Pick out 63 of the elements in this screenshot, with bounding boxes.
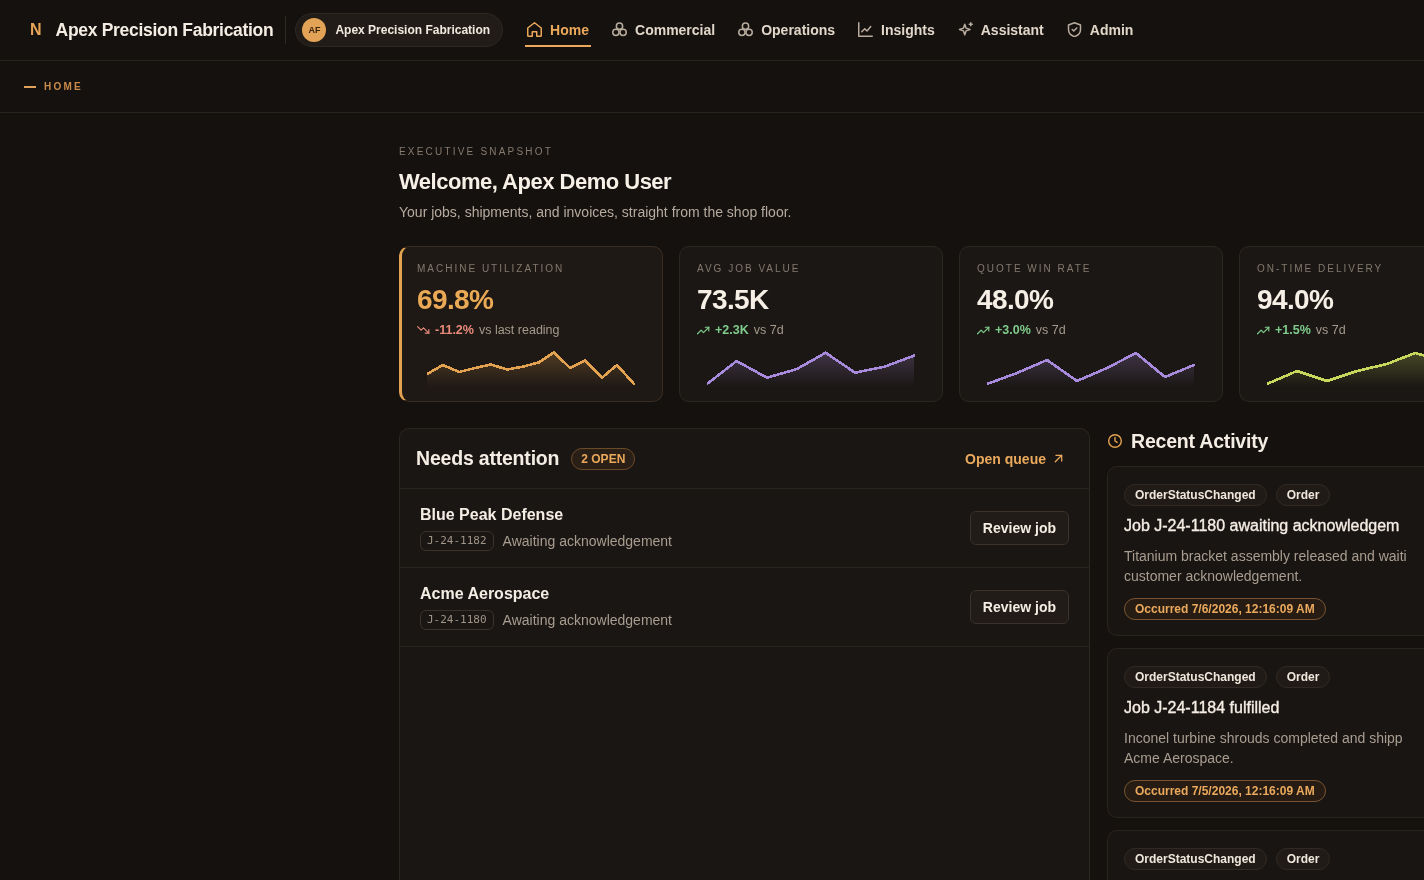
panel-title: Needs attention [416, 447, 560, 470]
nav-tab[interactable]: Operations [736, 13, 838, 47]
timestamp-badge: Occurred 7/6/2026, 12:16:09 AM [1124, 598, 1326, 620]
status-text: Awaiting acknowledgement [502, 612, 672, 628]
event-tag: OrderStatusChanged [1124, 848, 1267, 870]
kpi-label: QUOTE WIN RATE [977, 263, 1093, 275]
circles-cluster-icon [612, 22, 627, 37]
brand-name: Apex Precision Fabrication [55, 19, 274, 41]
comparison-text: vs 7d [1035, 323, 1066, 337]
delta-value: -11.2% [435, 323, 474, 337]
kpi-value: 69.8% [417, 283, 495, 317]
nav-tab[interactable]: Commercial [610, 13, 718, 47]
kpi-value: 48.0% [977, 283, 1055, 317]
delta-value: +2.3K [715, 323, 749, 337]
sparkles-icon [957, 22, 973, 37]
event-tag: OrderStatusChanged [1124, 484, 1267, 506]
job-id-tag: J-24-1182 [420, 531, 494, 551]
activity-description: Titanium bracket assembly released and waiti customer acknowledgement. [1124, 547, 1407, 586]
company-name: Blue Peak Defense [420, 505, 564, 525]
review-button[interactable]: Review job [969, 511, 1069, 545]
event-tag: Order [1275, 484, 1331, 506]
workspace-switcher[interactable]: AF Apex Precision Fabrication [295, 13, 504, 47]
kpi-label: ON-TIME DELIVERY [1257, 263, 1385, 275]
page-title: Welcome, Apex Demo User [399, 168, 672, 196]
breadcrumb-label: HOME [44, 81, 83, 92]
page-subtitle: Your jobs, shipments, and invoices, straight from the shop floor. [399, 203, 792, 222]
kpi-label: AVG JOB VALUE [697, 263, 802, 275]
comparison-text: vs 7d [753, 323, 784, 337]
kpi-label: MACHINE UTILIZATION [417, 263, 566, 275]
comparison-text: vs last reading [478, 323, 560, 337]
logo-mark: N [30, 21, 42, 39]
count-badge: 2 OPEN [571, 447, 636, 470]
delta-value: +1.5% [1275, 323, 1311, 337]
event-tag: Order [1275, 848, 1331, 870]
nav-tab[interactable]: Insights [856, 13, 937, 47]
timestamp-badge: Occurred 7/5/2026, 12:16:09 AM [1124, 780, 1326, 802]
kpi-value: 94.0% [1257, 283, 1335, 317]
avatar: AF [302, 18, 327, 42]
circles-cluster-icon [738, 22, 754, 37]
section-title: Recent Activity [1131, 429, 1269, 453]
nav-tab[interactable]: Admin [1064, 13, 1136, 47]
dash-icon [24, 85, 36, 88]
nav-tab[interactable]: Assistant [955, 13, 1046, 47]
activity-title: Job J-24-1180 awaiting acknowledgem [1124, 516, 1400, 536]
arrow-up-right-icon [1054, 454, 1063, 463]
job-id-tag: J-24-1180 [420, 610, 494, 630]
comparison-text: vs 7d [1315, 323, 1346, 337]
activity-title: Job J-24-1184 fulfilled [1124, 698, 1280, 718]
kpi-value: 73.5K [697, 283, 770, 317]
line-chart-icon [858, 22, 874, 37]
activity-description: Inconel turbine shrouds completed and shipp Acme Aerospace. [1124, 729, 1403, 768]
shield-check-icon [1066, 22, 1082, 37]
event-tag: OrderStatusChanged [1124, 666, 1267, 688]
eyebrow-label: EXECUTIVE SNAPSHOT [399, 146, 554, 158]
delta-value: +3.0% [995, 323, 1031, 337]
clock-icon [1108, 434, 1122, 448]
status-text: Awaiting acknowledgement [502, 533, 672, 549]
event-tag: Order [1275, 666, 1331, 688]
house-icon [527, 22, 543, 37]
review-button[interactable]: Review job [969, 590, 1069, 624]
open-queue-link[interactable]: Open queue [965, 450, 1063, 467]
nav-tab[interactable]: Home [525, 13, 591, 47]
company-name: Acme Aerospace [420, 584, 550, 604]
